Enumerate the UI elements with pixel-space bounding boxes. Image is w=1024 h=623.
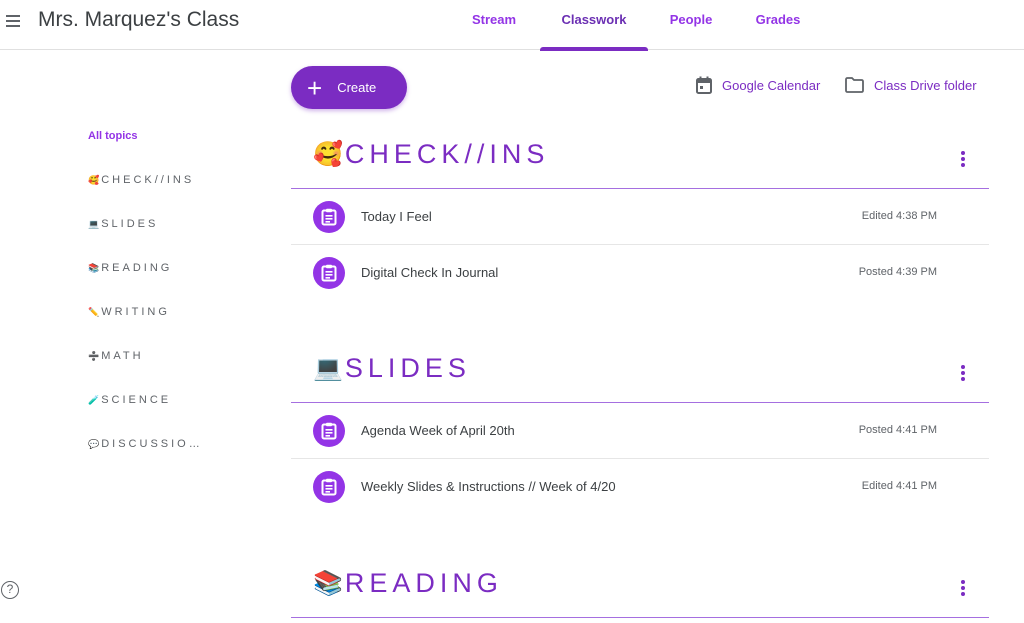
topic-more-options-button[interactable] — [959, 363, 967, 383]
topic-title[interactable]: 🥰 CHECK//INS — [313, 139, 549, 170]
sidebar-item-label: WRITING — [101, 306, 170, 318]
sidebar-item-all-topics[interactable]: All topics — [88, 120, 238, 152]
plus-icon: + — [307, 72, 323, 103]
google-calendar-link[interactable]: Google Calendar — [696, 74, 820, 96]
smiling-hearts-emoji-icon: 🥰 — [313, 141, 343, 168]
calendar-icon — [696, 76, 712, 94]
topic-header: 📚 READING — [291, 562, 989, 618]
item-title: Weekly Slides & Instructions // Week of … — [361, 479, 616, 494]
main-menu-button[interactable] — [4, 12, 22, 28]
top-app-bar: Mrs. Marquez's Class Stream Classwork Pe… — [0, 0, 1024, 51]
topic-title-text: SLIDES — [344, 353, 471, 383]
sidebar-item-label: CHECK//INS — [101, 174, 195, 186]
tab-stream[interactable]: Stream — [448, 0, 540, 50]
smiling-hearts-emoji-icon: 🥰 — [88, 175, 100, 185]
google-calendar-label: Google Calendar — [722, 77, 821, 93]
hamburger-icon — [6, 15, 20, 17]
assignment-icon — [313, 415, 345, 447]
topic-header: 🥰 CHECK//INS — [291, 133, 989, 189]
create-button-label: Create — [337, 80, 377, 95]
classwork-item[interactable]: Weekly Slides & Instructions // Week of … — [291, 459, 989, 515]
topic-section-check-ins: 🥰 CHECK//INS Today I Feel Edited 4:38 PM… — [291, 133, 989, 301]
test-tube-emoji-icon: 🧪 — [88, 395, 100, 405]
topics-sidebar: All topics 🥰 CHECK//INS 💻 SLIDES 📚 READI… — [88, 120, 238, 466]
sidebar-item-label: SLIDES — [101, 218, 159, 230]
sidebar-item-science[interactable]: 🧪 SCIENCE — [88, 378, 238, 422]
laptop-emoji-icon: 💻 — [313, 355, 343, 382]
item-timestamp: Posted 4:41 PM — [858, 424, 937, 436]
sidebar-item-math[interactable]: ➗ MATH — [88, 334, 238, 378]
topic-title-text: CHECK//INS — [344, 139, 550, 169]
class-drive-folder-label: Class Drive folder — [874, 77, 977, 93]
create-button[interactable]: + Create — [291, 66, 407, 109]
sidebar-item-label: DISCUSSIO… — [101, 438, 203, 450]
tab-classwork[interactable]: Classwork — [540, 0, 648, 51]
item-title: Today I Feel — [361, 209, 432, 224]
hamburger-icon-line — [6, 25, 20, 27]
class-drive-folder-link[interactable]: Class Drive folder — [845, 74, 977, 96]
item-title: Agenda Week of April 20th — [361, 423, 515, 438]
more-vert-icon — [961, 365, 965, 369]
tab-grades[interactable]: Grades — [734, 0, 822, 50]
sidebar-item-reading[interactable]: 📚 READING — [88, 246, 238, 290]
divide-emoji-icon: ➗ — [88, 351, 100, 361]
assignment-icon — [313, 471, 345, 503]
laptop-emoji-icon: 💻 — [88, 219, 100, 229]
item-timestamp: Edited 4:41 PM — [861, 480, 937, 492]
topic-section-reading: 📚 READING — [291, 562, 989, 618]
pencil-emoji-icon: ✏️ — [88, 307, 100, 317]
help-button[interactable]: ? — [1, 581, 19, 599]
classwork-item[interactable]: Today I Feel Edited 4:38 PM — [291, 189, 989, 245]
books-emoji-icon: 📚 — [313, 570, 343, 597]
tab-people[interactable]: People — [648, 0, 734, 50]
sidebar-item-discussion[interactable]: 💬 DISCUSSIO… — [88, 422, 238, 466]
assignment-icon — [313, 201, 345, 233]
item-timestamp: Edited 4:38 PM — [861, 210, 937, 222]
sidebar-item-check-ins[interactable]: 🥰 CHECK//INS — [88, 158, 238, 202]
class-tabs: Stream Classwork People Grades — [448, 0, 822, 51]
sidebar-item-label: MATH — [101, 350, 144, 362]
more-vert-icon — [961, 151, 965, 155]
topic-more-options-button[interactable] — [959, 578, 967, 598]
class-title[interactable]: Mrs. Marquez's Class — [38, 8, 239, 32]
assignment-icon — [313, 257, 345, 289]
topic-title-text: READING — [344, 568, 503, 598]
hamburger-icon-line — [6, 20, 20, 22]
sidebar-item-writing[interactable]: ✏️ WRITING — [88, 290, 238, 334]
sidebar-item-slides[interactable]: 💻 SLIDES — [88, 202, 238, 246]
sidebar-item-label: READING — [101, 262, 173, 274]
sidebar-item-label: SCIENCE — [101, 394, 172, 406]
more-vert-icon — [961, 580, 965, 584]
topic-title[interactable]: 📚 READING — [313, 568, 503, 599]
classwork-item[interactable]: Digital Check In Journal Posted 4:39 PM — [291, 245, 989, 301]
classwork-item[interactable]: Agenda Week of April 20th Posted 4:41 PM — [291, 403, 989, 459]
folder-icon — [845, 77, 864, 93]
speech-bubble-emoji-icon: 💬 — [88, 439, 100, 449]
item-title: Digital Check In Journal — [361, 265, 499, 280]
topic-title[interactable]: 💻 SLIDES — [313, 353, 471, 384]
topic-header: 💻 SLIDES — [291, 347, 989, 403]
topic-section-slides: 💻 SLIDES Agenda Week of April 20th Poste… — [291, 347, 989, 515]
books-emoji-icon: 📚 — [88, 263, 100, 273]
topic-more-options-button[interactable] — [959, 149, 967, 169]
item-timestamp: Posted 4:39 PM — [858, 266, 937, 278]
